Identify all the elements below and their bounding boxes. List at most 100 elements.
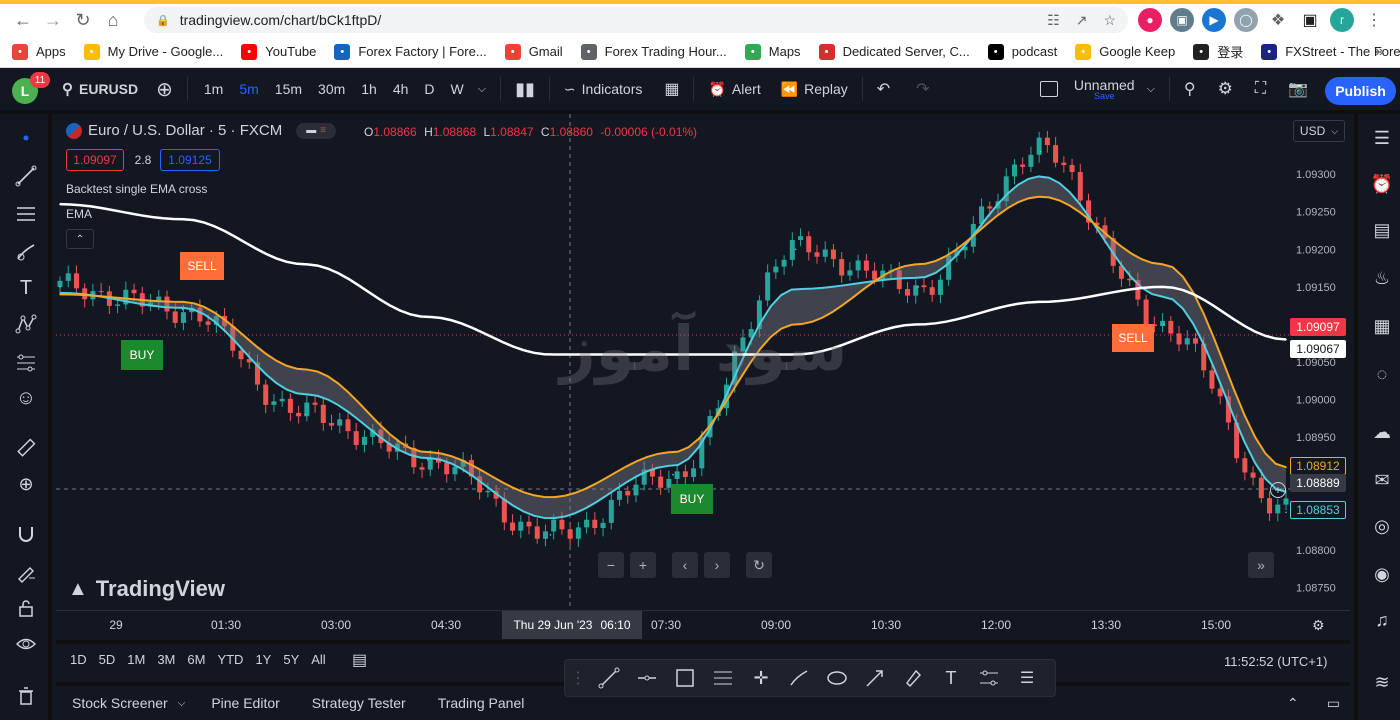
calendar-icon[interactable]: ▦ bbox=[1366, 310, 1398, 342]
range-5y[interactable]: 5Y bbox=[283, 652, 299, 667]
symbol-search-button[interactable]: ⚲ EURUSD bbox=[56, 80, 144, 98]
home-icon[interactable]: ⌂ bbox=[98, 5, 128, 35]
lock-drawings-icon[interactable] bbox=[10, 592, 42, 624]
bookmark-item[interactable]: • 登录 bbox=[1193, 42, 1243, 61]
stay-in-drawing-icon[interactable] bbox=[10, 556, 42, 588]
bookmark-item[interactable]: • Apps bbox=[12, 43, 66, 60]
layout-name-button[interactable]: Unnamed Save bbox=[1074, 78, 1135, 101]
quick-search-icon[interactable]: ⚲ bbox=[1178, 79, 1202, 99]
publish-button[interactable]: Publish bbox=[1325, 77, 1396, 105]
bookmark-item[interactable]: • Dedicated Server, C... bbox=[818, 43, 970, 60]
arrow-tool-icon[interactable] bbox=[863, 666, 887, 690]
legend-visibility-toggle[interactable]: ▬ ≡ bbox=[296, 122, 337, 139]
bookmark-item[interactable]: • Forex Trading Hour... bbox=[580, 43, 727, 60]
indicators-button[interactable]: ∽ Indicators bbox=[558, 81, 648, 98]
pattern-icon[interactable] bbox=[10, 308, 42, 340]
browser-menu-icon[interactable]: ⋮ bbox=[1362, 8, 1386, 32]
redo-icon[interactable]: ↷ bbox=[910, 79, 935, 99]
range-5d[interactable]: 5D bbox=[99, 652, 116, 667]
scroll-right-button[interactable]: › bbox=[704, 552, 730, 578]
range-1m[interactable]: 1M bbox=[127, 652, 145, 667]
range-1y[interactable]: 1Y bbox=[255, 652, 271, 667]
forward-icon[interactable]: → bbox=[38, 5, 68, 35]
range-6m[interactable]: 6M bbox=[187, 652, 205, 667]
expand-panel-chevron-up-icon[interactable]: ⌃ bbox=[1287, 695, 1299, 712]
eye-visibility-icon[interactable] bbox=[10, 628, 42, 660]
horizontal-ray-icon[interactable] bbox=[635, 666, 659, 690]
tab-strategy-tester[interactable]: Strategy Tester bbox=[312, 695, 406, 711]
tab-pine-editor[interactable]: Pine Editor bbox=[211, 695, 279, 711]
object-tree-icon[interactable]: ▤ bbox=[1366, 214, 1398, 246]
range-ytd[interactable]: YTD bbox=[217, 652, 243, 667]
ruler-icon[interactable] bbox=[10, 432, 42, 464]
reload-icon[interactable]: ↻ bbox=[68, 5, 98, 35]
bookmark-item[interactable]: • Google Keep bbox=[1075, 43, 1175, 60]
settings-gear-icon[interactable]: ⚙ bbox=[1212, 79, 1239, 99]
strategy-label[interactable]: Backtest single EMA cross bbox=[66, 182, 207, 196]
text-note-tool-icon[interactable]: T bbox=[939, 666, 963, 690]
watchlist-icon[interactable]: ☰ bbox=[1366, 122, 1398, 154]
buy-price-box[interactable]: 1.09125 bbox=[160, 149, 220, 171]
fib-retracement-icon[interactable] bbox=[10, 198, 42, 230]
interval-30m[interactable]: 30m bbox=[310, 81, 353, 97]
interval-4h[interactable]: 4h bbox=[385, 81, 417, 97]
extension-play-icon[interactable]: ▶ bbox=[1202, 8, 1226, 32]
more-bookmarks-icon[interactable]: » bbox=[1375, 43, 1384, 61]
bookmark-item[interactable]: • My Drive - Google... bbox=[83, 43, 223, 60]
interval-1h[interactable]: 1h bbox=[353, 81, 385, 97]
scroll-to-realtime-button[interactable]: » bbox=[1248, 552, 1274, 578]
tab-stock-screener[interactable]: Stock Screener ⌵ bbox=[72, 695, 185, 711]
bookmark-item[interactable]: • Maps bbox=[744, 43, 801, 60]
share-icon[interactable]: ↗ bbox=[1076, 12, 1088, 29]
highlighter-tool-icon[interactable] bbox=[901, 666, 925, 690]
reset-chart-button[interactable]: ↻ bbox=[746, 552, 772, 578]
camera-icon[interactable]: 📷 bbox=[1282, 79, 1314, 99]
magnet-icon[interactable] bbox=[10, 518, 42, 550]
zoom-out-button[interactable]: − bbox=[598, 552, 624, 578]
drag-handle-icon[interactable]: ⋮ bbox=[570, 666, 586, 690]
compare-symbol-button[interactable]: ⊕ bbox=[150, 77, 179, 102]
symbol-legend[interactable]: Euro / U.S. Dollar · 5 · FXCM ▬ ≡ bbox=[66, 122, 337, 139]
back-icon[interactable]: ← bbox=[8, 5, 38, 35]
url-input[interactable]: 🔒 tradingview.com/chart/bCk1ftpD/ ☷ ↗ ☆ bbox=[144, 7, 1128, 33]
ellipse-tool-icon[interactable] bbox=[825, 666, 849, 690]
templates-grid-icon[interactable]: ▦ bbox=[658, 79, 685, 99]
extensions-puzzle-icon[interactable]: ❖ bbox=[1266, 8, 1290, 32]
trend-line-tool-icon[interactable] bbox=[597, 666, 621, 690]
extension-shield-icon[interactable]: ◯ bbox=[1234, 8, 1258, 32]
alert-button[interactable]: ⏰ Alert bbox=[702, 81, 766, 98]
chevron-down-icon[interactable]: ⌵ bbox=[472, 83, 492, 96]
ema-label[interactable]: EMA bbox=[66, 207, 92, 221]
currency-button[interactable]: USD ⌵ bbox=[1293, 120, 1345, 142]
position-tool-icon[interactable] bbox=[977, 666, 1001, 690]
add-alert-plus-icon[interactable]: + bbox=[1270, 482, 1286, 498]
bookmark-item[interactable]: • Gmail bbox=[504, 43, 563, 60]
tab-trading-panel[interactable]: Trading Panel bbox=[438, 695, 525, 711]
candles-style-icon[interactable]: ▮▮ bbox=[509, 79, 541, 100]
text-tool-icon[interactable]: T bbox=[10, 272, 42, 304]
brush-icon[interactable] bbox=[10, 236, 42, 268]
zoom-in-icon[interactable]: ⊕ bbox=[10, 468, 42, 500]
collapse-legend-chevron-up-icon[interactable]: ⌃ bbox=[66, 229, 94, 249]
broadcast-icon[interactable]: ◉ bbox=[1366, 558, 1398, 590]
interval-d[interactable]: D bbox=[416, 81, 442, 97]
chat-icon[interactable]: ✉ bbox=[1366, 464, 1398, 496]
help-bulb-icon[interactable]: ◎ bbox=[1366, 510, 1398, 542]
streams-cloud-icon[interactable]: ☁ bbox=[1366, 416, 1398, 448]
auto-scale-gear-icon[interactable]: ⚙ bbox=[1312, 617, 1325, 634]
dom-icon[interactable]: ≋ bbox=[1366, 666, 1398, 698]
extension-color-icon[interactable]: ● bbox=[1138, 8, 1162, 32]
tradingview-logo[interactable]: ▲ TradingView bbox=[68, 576, 225, 602]
trash-icon[interactable] bbox=[10, 680, 42, 712]
prediction-tool-icon[interactable] bbox=[10, 346, 42, 378]
interval-1m[interactable]: 1m bbox=[196, 81, 231, 97]
profile-avatar[interactable]: r bbox=[1330, 8, 1354, 32]
bookmark-star-icon[interactable]: ☆ bbox=[1103, 12, 1116, 29]
replay-button[interactable]: ⏪ Replay bbox=[775, 81, 854, 98]
interval-15m[interactable]: 15m bbox=[267, 81, 310, 97]
fullscreen-icon[interactable]: ⛶ bbox=[1249, 80, 1272, 98]
scroll-left-button[interactable]: ‹ bbox=[672, 552, 698, 578]
alerts-clock-icon[interactable]: ⏰ bbox=[1366, 168, 1398, 200]
zoom-in-button[interactable]: + bbox=[630, 552, 656, 578]
hotlist-flame-icon[interactable]: ♨ bbox=[1366, 262, 1398, 294]
